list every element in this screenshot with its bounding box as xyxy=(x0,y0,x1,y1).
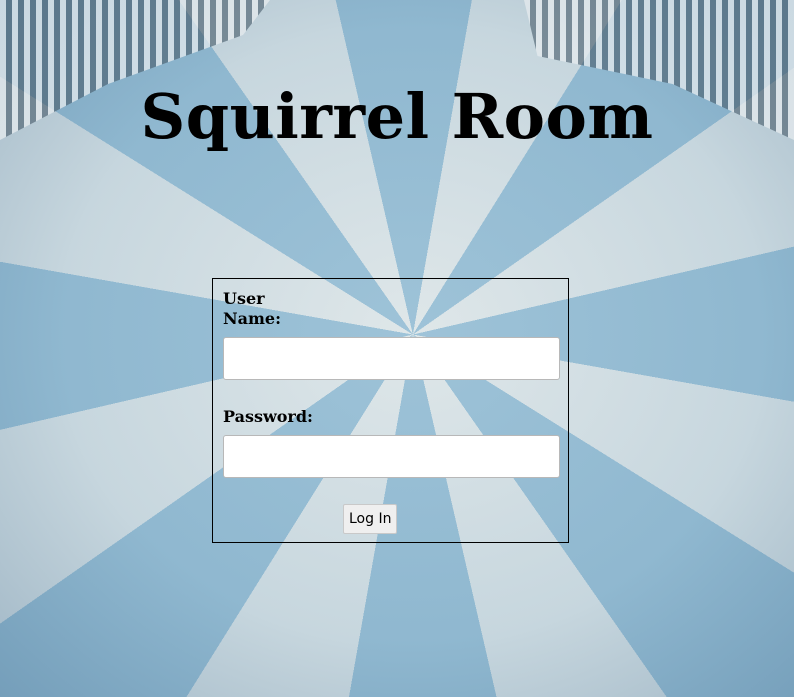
username-input[interactable] xyxy=(223,337,560,380)
username-label: User Name: xyxy=(223,289,282,328)
password-label: Password: xyxy=(223,407,313,426)
login-button[interactable]: Log In xyxy=(343,504,398,534)
login-form: User Name: Password: Log In xyxy=(212,278,569,543)
password-input[interactable] xyxy=(223,435,560,478)
page-title: Squirrel Room xyxy=(140,80,654,153)
